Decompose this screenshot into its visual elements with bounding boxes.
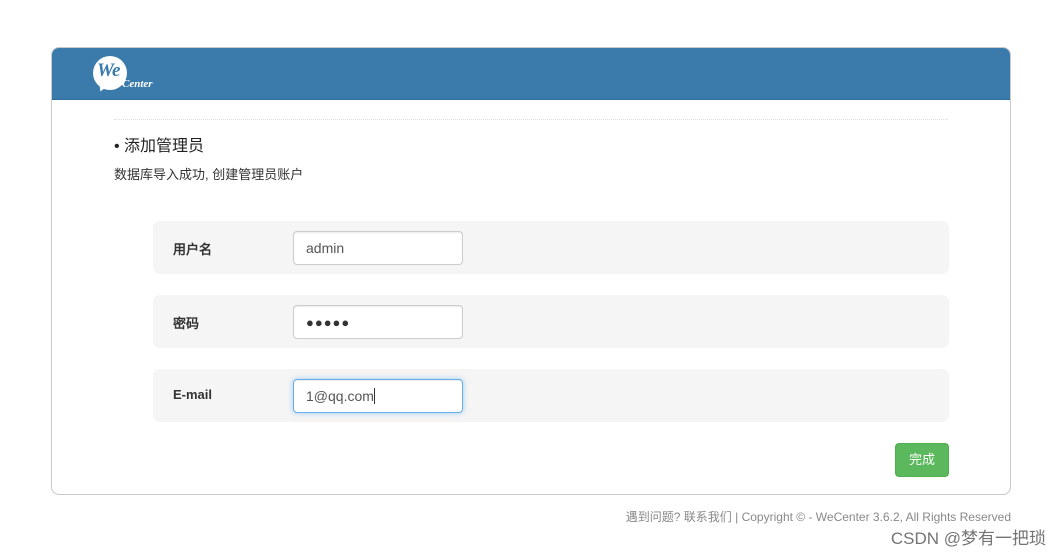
section-description: 数据库导入成功, 创建管理员账户 bbox=[114, 167, 304, 182]
install-panel: We Center • 添加管理员 数据库导入成功, 创建管理员账户 用户名 密… bbox=[51, 47, 1011, 495]
finish-button[interactable]: 完成 bbox=[895, 443, 949, 477]
form-row-username: 用户名 bbox=[153, 221, 949, 274]
password-label: 密码 bbox=[173, 316, 200, 331]
section-divider bbox=[114, 119, 948, 120]
footer-copyright: 遇到问题? 联系我们 | Copyright © - WeCenter 3.6.… bbox=[625, 510, 1011, 524]
logo-we-text: We bbox=[97, 60, 120, 81]
password-input[interactable]: ●●●●● bbox=[293, 305, 463, 339]
form-row-password: 密码 ●●●●● bbox=[153, 295, 949, 348]
username-label: 用户名 bbox=[173, 242, 213, 257]
username-input[interactable] bbox=[293, 231, 463, 265]
wecenter-logo: We Center bbox=[93, 56, 173, 96]
form-row-email: E-mail 1@qq.com bbox=[153, 369, 949, 422]
email-value: 1@qq.com bbox=[306, 388, 374, 404]
logo-center-text: Center bbox=[122, 78, 153, 90]
email-input[interactable]: 1@qq.com bbox=[293, 379, 463, 413]
csdn-watermark: CSDN @梦有一把琐 bbox=[890, 529, 1046, 548]
panel-header: We Center bbox=[52, 48, 1010, 100]
section-title: • 添加管理员 bbox=[114, 138, 205, 155]
text-caret bbox=[373, 388, 375, 404]
email-label: E-mail bbox=[173, 387, 213, 402]
password-mask: ●●●●● bbox=[306, 315, 351, 330]
